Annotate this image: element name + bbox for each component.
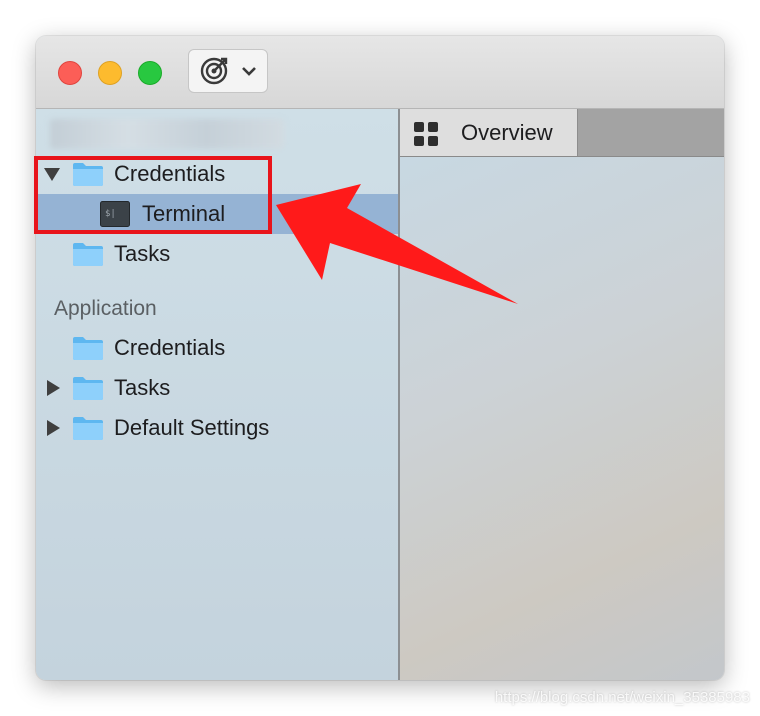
sidebar-item-credentials[interactable]: Credentials <box>36 154 398 194</box>
action-menu-button[interactable] <box>188 49 268 93</box>
svg-text:$|: $| <box>105 209 116 219</box>
blurred-header <box>50 119 284 149</box>
disclosure-collapsed-icon[interactable] <box>45 380 61 396</box>
content-area <box>400 157 724 680</box>
watermark: https://blog.csdn.net/weixin_35385983 <box>494 689 750 706</box>
tab-label: Overview <box>461 120 553 145</box>
folder-icon <box>73 163 103 186</box>
folder-icon <box>73 337 103 360</box>
minimize-button[interactable] <box>98 61 122 85</box>
close-button[interactable] <box>58 61 82 85</box>
tab-overview[interactable]: Overview <box>400 109 578 156</box>
sidebar-item-label: Credentials <box>114 161 226 186</box>
sidebar-item-label: Tasks <box>114 375 171 400</box>
folder-icon <box>73 377 103 400</box>
target-icon <box>200 57 228 85</box>
disclosure-collapsed-icon[interactable] <box>45 420 61 436</box>
disclosure-expanded-icon[interactable] <box>44 166 60 182</box>
folder-icon <box>73 417 103 440</box>
grid-icon <box>414 122 438 146</box>
section-header: Application <box>54 297 157 320</box>
app-window: Credentials $| Terminal Tasks Applicatio… <box>36 36 724 680</box>
sidebar: Credentials $| Terminal Tasks Applicatio… <box>36 109 400 680</box>
folder-icon <box>73 243 103 266</box>
sidebar-item-label: Default Settings <box>114 415 270 440</box>
sidebar-item-label: Terminal <box>142 201 226 226</box>
sidebar-item-terminal[interactable]: $| Terminal <box>36 194 398 234</box>
zoom-button[interactable] <box>138 61 162 85</box>
sidebar-item-app-tasks[interactable]: Tasks <box>36 368 398 408</box>
terminal-icon: $| <box>100 201 130 227</box>
sidebar-item-tasks[interactable]: Tasks <box>36 234 398 274</box>
tab-bar: Overview <box>400 109 724 157</box>
sidebar-item-label: Tasks <box>114 241 171 266</box>
sidebar-item-default-settings[interactable]: Default Settings <box>36 408 398 448</box>
chevron-down-icon <box>242 67 256 76</box>
title-bar <box>36 36 724 109</box>
sidebar-item-app-credentials[interactable]: Credentials <box>36 328 398 368</box>
sidebar-item-label: Credentials <box>114 335 226 360</box>
